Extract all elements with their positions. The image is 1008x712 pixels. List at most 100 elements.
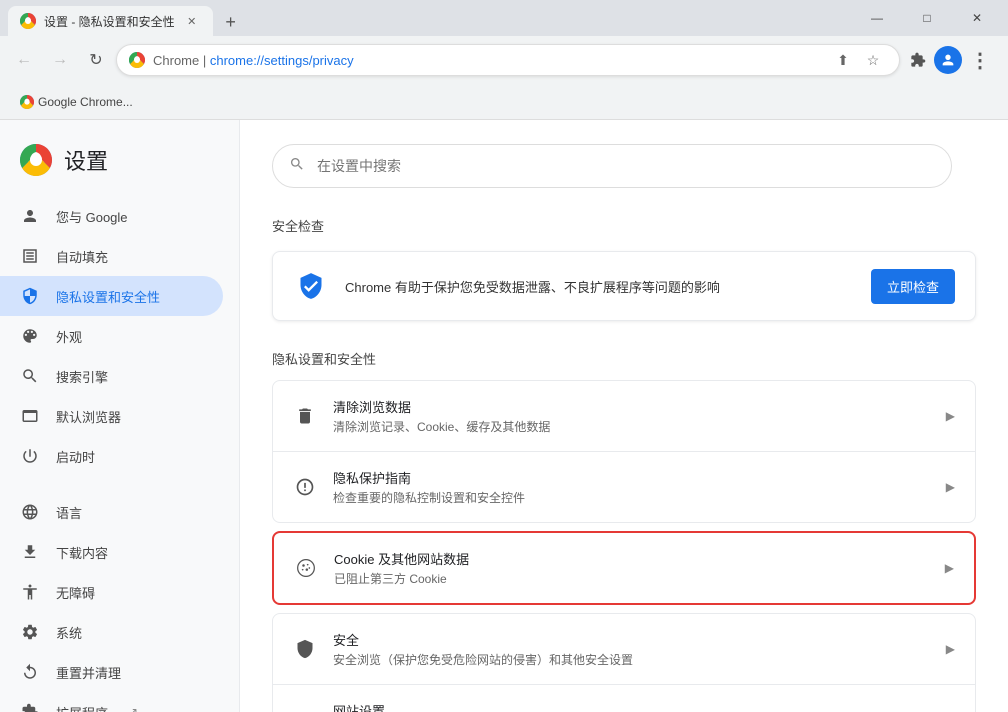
- close-button[interactable]: ✕: [954, 0, 1000, 36]
- downloads-icon: [20, 542, 40, 562]
- content-area: 设置 您与 Google 自动填充 隐私设置和安全性 外观: [0, 120, 1008, 712]
- cookies-title: Cookie 及其他网站数据: [334, 549, 929, 568]
- language-icon: [20, 502, 40, 522]
- sidebar-item-language[interactable]: 语言: [0, 492, 223, 532]
- refresh-button[interactable]: ↻: [80, 44, 112, 76]
- bookmark-favicon: [20, 95, 34, 109]
- sidebar-item-startup[interactable]: 启动时: [0, 436, 223, 476]
- active-tab[interactable]: 设置 - 隐私设置和安全性 ✕: [8, 6, 213, 36]
- window-controls: — □ ✕: [854, 0, 1000, 36]
- sidebar-item-autofill[interactable]: 自动填充: [0, 236, 223, 276]
- appearance-icon: [20, 326, 40, 346]
- sidebar-item-downloads[interactable]: 下载内容: [0, 532, 223, 572]
- downloads-label: 下载内容: [56, 543, 108, 562]
- you-google-icon: [20, 206, 40, 226]
- reset-icon: [20, 662, 40, 682]
- sidebar-header: 设置: [0, 136, 239, 196]
- autofill-icon: [20, 246, 40, 266]
- settings-group-1: 清除浏览数据 清除浏览记录、Cookie、缓存及其他数据 ▶ 隐私保护指南 检查…: [272, 380, 976, 523]
- privacy-guide-title: 隐私保护指南: [333, 468, 930, 487]
- tab-favicon: [20, 13, 36, 29]
- titlebar: 设置 - 隐私设置和安全性 ✕ + — □ ✕: [0, 0, 1008, 36]
- safety-check-card: Chrome 有助于保护您免受数据泄露、不良扩展程序等问题的影响 立即检查: [272, 251, 976, 321]
- privacy-icon: [20, 286, 40, 306]
- you-google-label: 您与 Google: [56, 207, 128, 226]
- privacy-guide-icon: [293, 475, 317, 499]
- site-settings-icon: [293, 708, 317, 712]
- setting-item-cookies[interactable]: Cookie 及其他网站数据 已阻止第三方 Cookie ▶: [274, 533, 974, 603]
- main-panel: 安全检查 Chrome 有助于保护您免受数据泄露、不良扩展程序等问题的影响 立即…: [240, 120, 1008, 712]
- search-input[interactable]: [317, 158, 935, 174]
- cookies-icon: [294, 556, 318, 580]
- new-tab-button[interactable]: +: [217, 8, 245, 36]
- address-favicon: [129, 52, 145, 68]
- setting-item-site-settings[interactable]: 网站设置 控制网站可以使用和显示什么信息（如位置信息、摄像头、弹出式窗口及其他）…: [273, 685, 975, 712]
- search-box[interactable]: [272, 144, 952, 188]
- security-icon: [293, 637, 317, 661]
- tab-close-button[interactable]: ✕: [183, 12, 201, 30]
- extensions-nav-icon: [20, 702, 40, 712]
- sidebar: 设置 您与 Google 自动填充 隐私设置和安全性 外观: [0, 120, 240, 712]
- cookies-text: Cookie 及其他网站数据 已阻止第三方 Cookie: [334, 549, 929, 587]
- sidebar-item-appearance[interactable]: 外观: [0, 316, 223, 356]
- cookie-highlighted-wrapper: Cookie 及其他网站数据 已阻止第三方 Cookie ▶: [272, 531, 976, 605]
- sidebar-item-reset[interactable]: 重置并清理: [0, 652, 223, 692]
- url-path: chrome://settings/privacy: [210, 53, 354, 68]
- site-settings-title: 网站设置: [333, 701, 930, 712]
- setting-item-security[interactable]: 安全 安全浏览（保护您免受危险网站的侵害）和其他安全设置 ▶: [273, 614, 975, 685]
- extensions-button[interactable]: [904, 46, 932, 74]
- browser-icon: [20, 406, 40, 426]
- bookmark-button[interactable]: ☆: [859, 46, 887, 74]
- maximize-button[interactable]: □: [904, 0, 950, 36]
- sidebar-title: 设置: [64, 144, 108, 176]
- cookies-desc: 已阻止第三方 Cookie: [334, 570, 929, 587]
- cookies-arrow: ▶: [945, 561, 954, 575]
- system-icon: [20, 622, 40, 642]
- accessibility-label: 无障碍: [56, 583, 95, 602]
- sidebar-item-browser[interactable]: 默认浏览器: [0, 396, 223, 436]
- language-label: 语言: [56, 503, 82, 522]
- site-settings-text: 网站设置 控制网站可以使用和显示什么信息（如位置信息、摄像头、弹出式窗口及其他）: [333, 701, 930, 712]
- sidebar-item-privacy[interactable]: 隐私设置和安全性: [0, 276, 223, 316]
- menu-button[interactable]: ⋮: [964, 44, 996, 76]
- url-scheme: Chrome |: [153, 53, 210, 68]
- back-button[interactable]: ←: [8, 44, 40, 76]
- safety-check-description: Chrome 有助于保护您免受数据泄露、不良扩展程序等问题的影响: [345, 277, 855, 296]
- extensions-external-icon: ↗: [128, 705, 138, 712]
- chrome-logo: [20, 144, 52, 176]
- sidebar-item-search[interactable]: 搜索引擎: [0, 356, 223, 396]
- clear-browsing-text: 清除浏览数据 清除浏览记录、Cookie、缓存及其他数据: [333, 397, 930, 435]
- tab-bar: 设置 - 隐私设置和安全性 ✕ +: [8, 0, 854, 36]
- startup-icon: [20, 446, 40, 466]
- setting-item-clear-browsing[interactable]: 清除浏览数据 清除浏览记录、Cookie、缓存及其他数据 ▶: [273, 381, 975, 452]
- appearance-label: 外观: [56, 327, 82, 346]
- safety-check-button[interactable]: 立即检查: [871, 269, 955, 304]
- forward-button[interactable]: →: [44, 44, 76, 76]
- privacy-guide-arrow: ▶: [946, 480, 955, 494]
- sidebar-item-system[interactable]: 系统: [0, 612, 223, 652]
- bookmarks-bar: Google Chrome...: [0, 84, 1008, 120]
- browser-label: 默认浏览器: [56, 407, 121, 426]
- address-bar[interactable]: Chrome | chrome://settings/privacy ⬆ ☆: [116, 44, 900, 76]
- profile-button[interactable]: [934, 46, 962, 74]
- minimize-button[interactable]: —: [854, 0, 900, 36]
- bookmark-label: Google Chrome...: [38, 95, 133, 109]
- sidebar-item-you-google[interactable]: 您与 Google: [0, 196, 223, 236]
- safety-check-title: 安全检查: [272, 216, 976, 235]
- share-button[interactable]: ⬆: [829, 46, 857, 74]
- privacy-guide-desc: 检查重要的隐私控制设置和安全控件: [333, 489, 930, 506]
- search-icon: [289, 156, 305, 177]
- accessibility-icon: [20, 582, 40, 602]
- setting-item-privacy-guide[interactable]: 隐私保护指南 检查重要的隐私控制设置和安全控件 ▶: [273, 452, 975, 522]
- system-label: 系统: [56, 623, 82, 642]
- address-actions: ⬆ ☆: [829, 46, 887, 74]
- sidebar-item-extensions[interactable]: 扩展程序 ↗: [0, 692, 223, 712]
- privacy-section-title: 隐私设置和安全性: [272, 349, 976, 368]
- clear-browsing-icon: [293, 404, 317, 428]
- sidebar-item-accessibility[interactable]: 无障碍: [0, 572, 223, 612]
- clear-browsing-title: 清除浏览数据: [333, 397, 930, 416]
- search-nav-icon: [20, 366, 40, 386]
- navbar: ← → ↻ Chrome | chrome://settings/privacy…: [0, 36, 1008, 84]
- search-label: 搜索引擎: [56, 367, 108, 386]
- bookmark-item-google-chrome[interactable]: Google Chrome...: [12, 91, 141, 113]
